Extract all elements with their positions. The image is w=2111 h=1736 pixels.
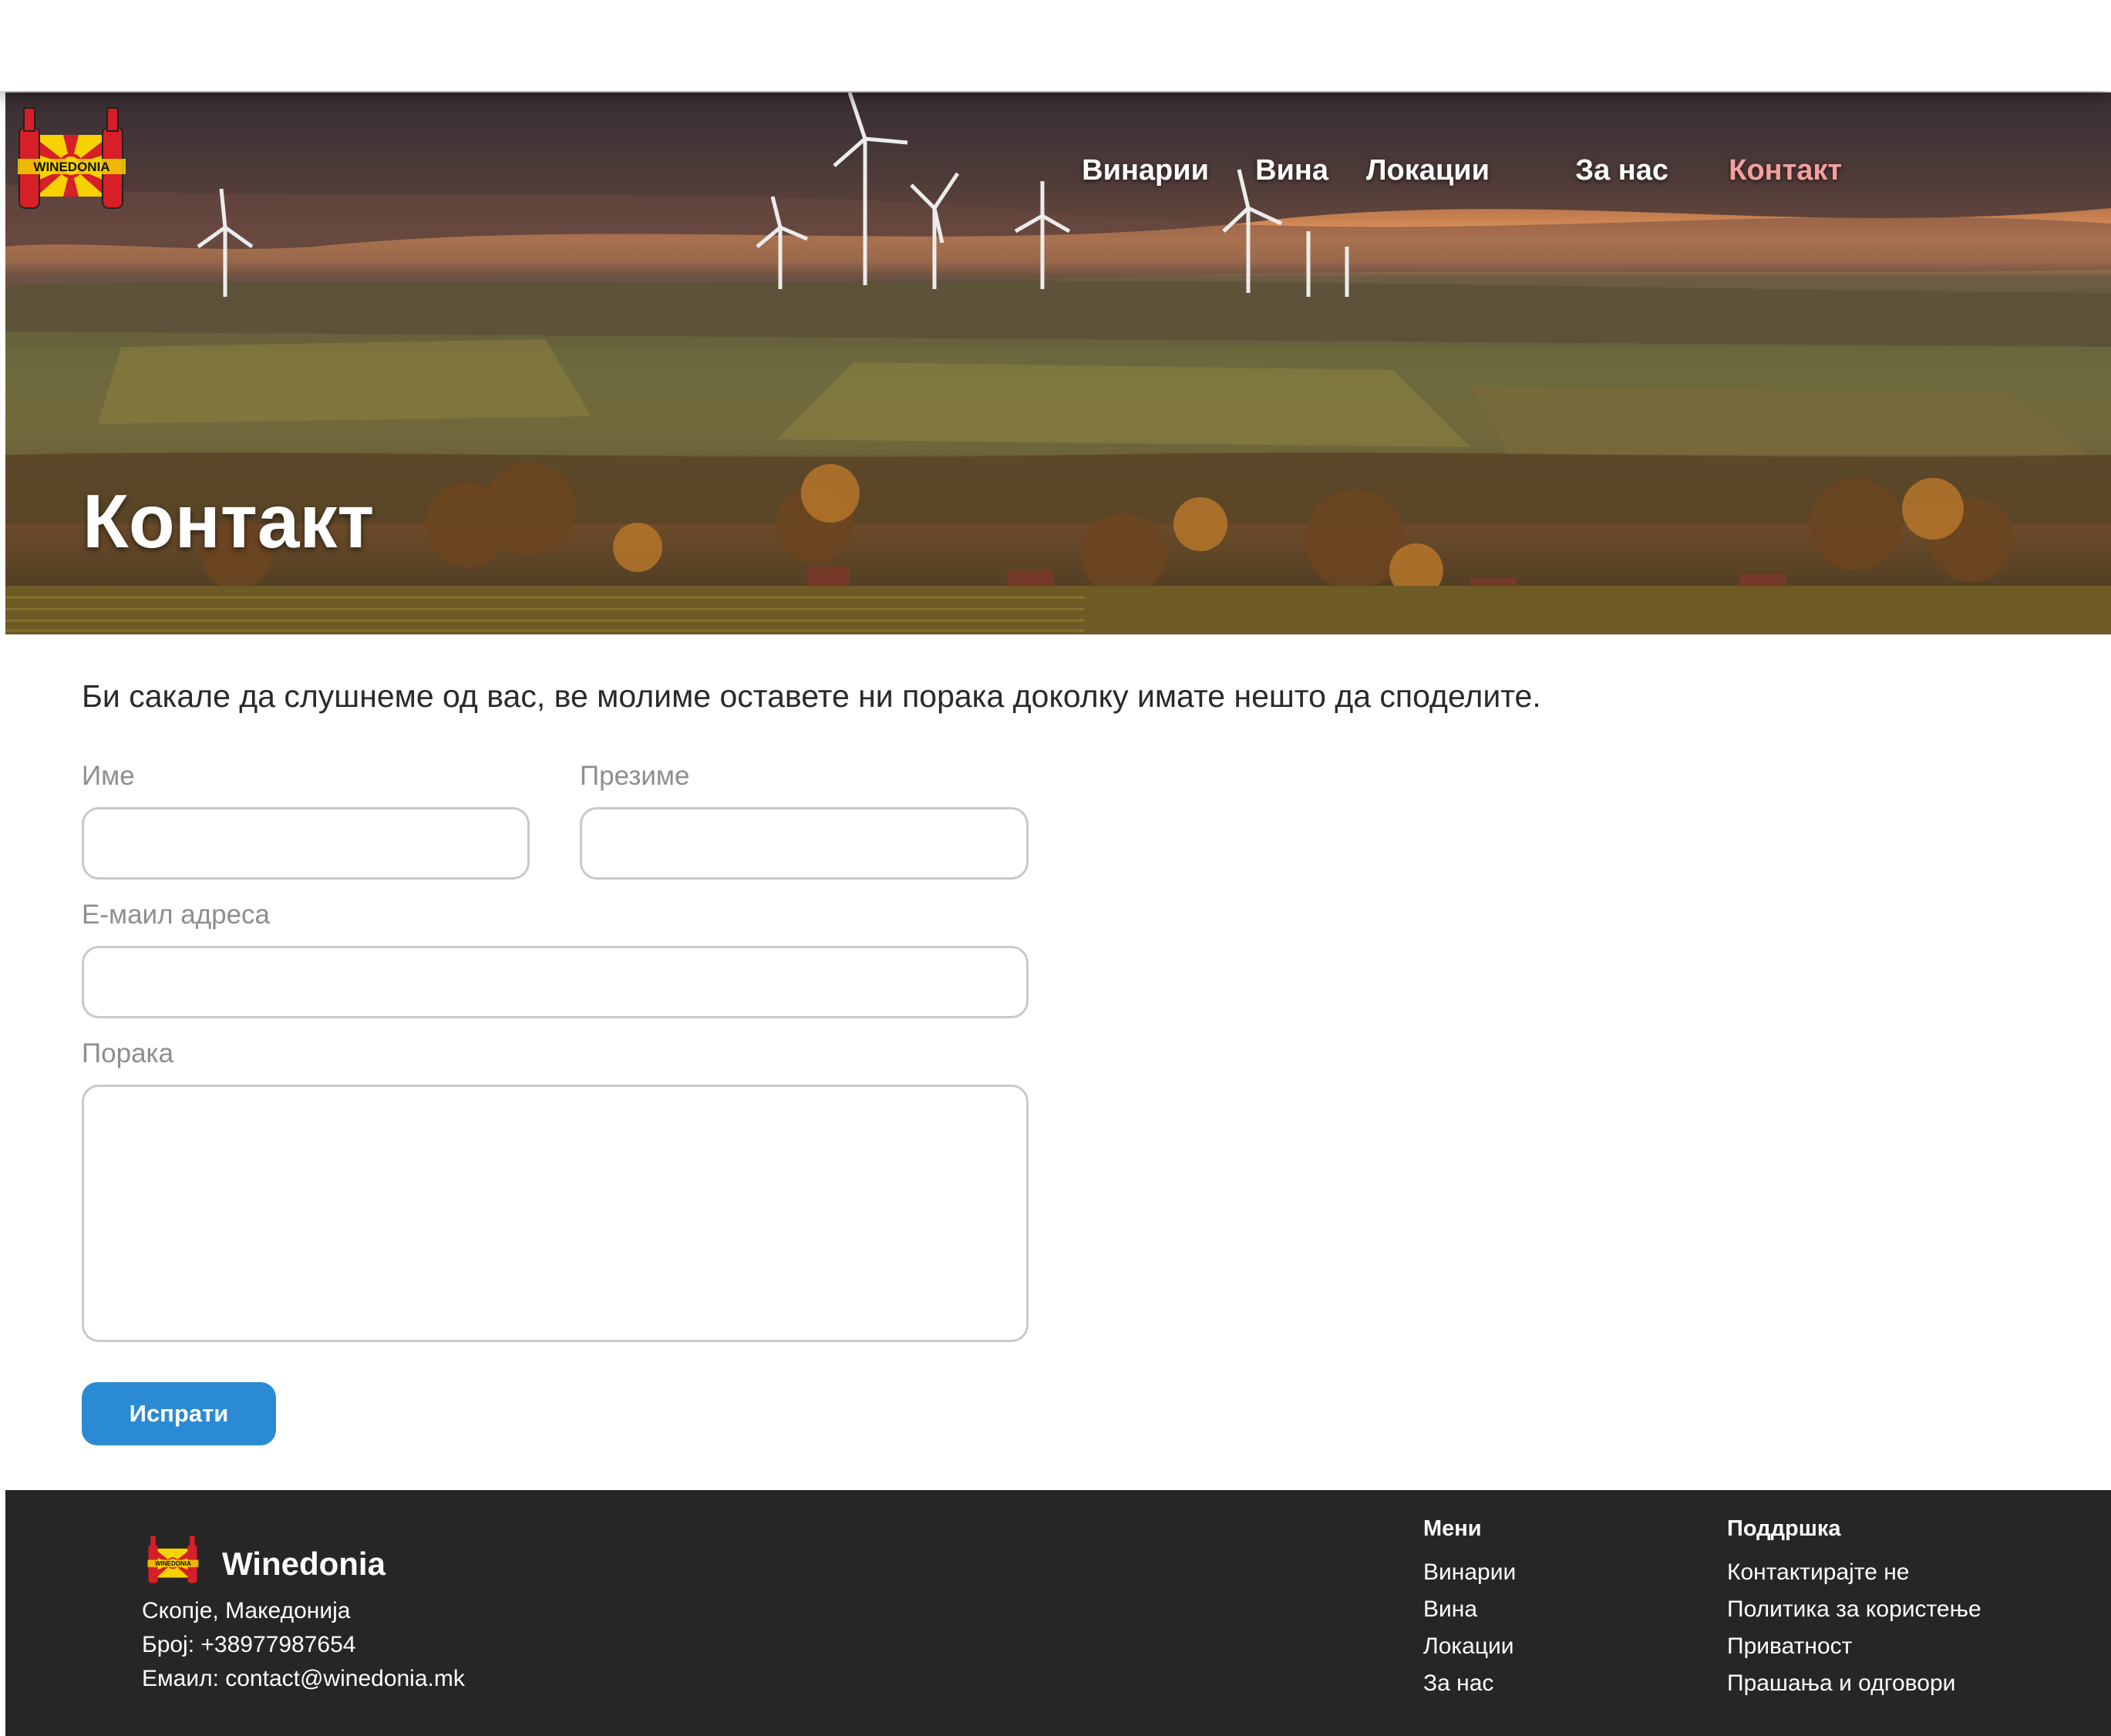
footer-email: Емаил: contact@winedonia.mk bbox=[142, 1666, 465, 1691]
svg-text:WINEDONIA: WINEDONIA bbox=[155, 1560, 191, 1567]
first-name-label: Име bbox=[82, 761, 135, 791]
nav-link-contact[interactable]: Контакт bbox=[1729, 154, 1842, 187]
svg-text:WINEDONIA: WINEDONIA bbox=[33, 160, 109, 174]
submit-button[interactable]: Испрати bbox=[82, 1382, 276, 1445]
hero-banner: WINEDONIA Винарии Вина Локации За нас Ко… bbox=[5, 93, 2111, 634]
email-input[interactable] bbox=[82, 946, 1029, 1018]
nav-link-wineries[interactable]: Винарии bbox=[1082, 154, 1209, 187]
nav-link-locations[interactable]: Локации bbox=[1366, 154, 1490, 187]
site-footer: WINEDONIA Winedonia Скопје, Македонија Б… bbox=[5, 1490, 2111, 1736]
winedonia-logo[interactable]: WINEDONIA bbox=[5, 93, 136, 224]
intro-text: Би сакале да слушнеме од вас, ве молиме … bbox=[82, 678, 1541, 714]
footer-link-wines[interactable]: Вина bbox=[1423, 1596, 1477, 1623]
footer-brand: Winedonia bbox=[222, 1546, 386, 1582]
message-label: Порака bbox=[82, 1038, 174, 1068]
message-textarea[interactable] bbox=[82, 1085, 1029, 1342]
browser-top-bar bbox=[0, 0, 2111, 91]
footer-menu-title: Мени bbox=[1423, 1516, 1482, 1541]
first-name-input[interactable] bbox=[82, 807, 530, 880]
email-label: Е-маил адреса bbox=[82, 900, 271, 930]
footer-support-title: Поддршка bbox=[1727, 1516, 1841, 1541]
footer-link-privacy[interactable]: Приватност bbox=[1727, 1633, 1852, 1660]
footer-logo[interactable]: WINEDONIA bbox=[141, 1529, 204, 1590]
footer-address: Скопје, Македонија bbox=[142, 1598, 351, 1623]
footer-link-about[interactable]: За нас bbox=[1423, 1670, 1493, 1697]
footer-phone: Број: +38977987654 bbox=[142, 1632, 356, 1657]
footer-link-locations[interactable]: Локации bbox=[1423, 1633, 1514, 1660]
footer-link-terms[interactable]: Политика за користење bbox=[1727, 1596, 1981, 1623]
nav-link-about[interactable]: За нас bbox=[1575, 154, 1668, 187]
nav-link-wines[interactable]: Вина bbox=[1255, 154, 1328, 187]
footer-link-contact-us[interactable]: Контактирајте не bbox=[1727, 1559, 1909, 1586]
last-name-input[interactable] bbox=[580, 807, 1029, 880]
footer-link-wineries[interactable]: Винарии bbox=[1423, 1559, 1516, 1586]
page-title: Контакт bbox=[82, 479, 375, 564]
footer-link-faq[interactable]: Прашања и одговори bbox=[1727, 1670, 1955, 1697]
last-name-label: Презиме bbox=[580, 761, 690, 791]
